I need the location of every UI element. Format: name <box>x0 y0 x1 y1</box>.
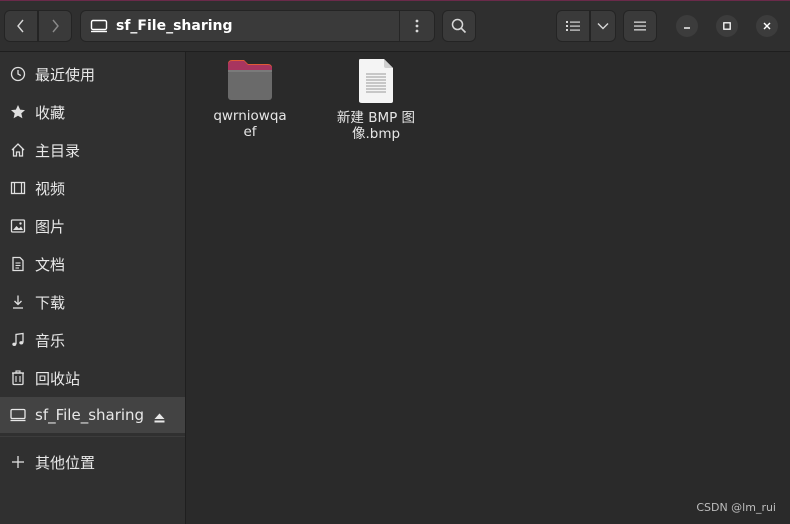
search-button[interactable] <box>442 10 476 42</box>
video-icon <box>10 180 26 196</box>
file-manager-window: sf_File_sharing 最近使用 收藏 主目录 视频 图片 文档 下载 … <box>0 0 790 524</box>
star-icon <box>10 104 26 120</box>
sidebar-item-sf-file-sharing[interactable]: sf_File_sharing <box>0 397 185 433</box>
maximize-button[interactable] <box>716 15 738 37</box>
sidebar-item-documents[interactable]: 文档 <box>0 246 185 282</box>
folder-item[interactable]: qwrniowqaef <box>205 58 295 140</box>
maximize-icon <box>723 22 731 30</box>
plus-icon <box>10 454 26 470</box>
music-icon <box>10 332 26 348</box>
sidebar-item-label: 主目录 <box>35 141 81 160</box>
drive-icon <box>10 407 26 423</box>
sidebar-item-downloads[interactable]: 下载 <box>0 284 185 320</box>
sidebar-item-trash[interactable]: 回收站 <box>0 360 185 396</box>
sidebar-divider <box>0 436 185 437</box>
image-file-icon <box>359 59 393 103</box>
sidebar-item-label: 音乐 <box>35 331 66 350</box>
home-icon <box>10 142 26 158</box>
sidebar-item-label: 下载 <box>35 293 66 312</box>
sidebar-item-label: sf_File_sharing <box>35 406 145 424</box>
sidebar-item-label: 图片 <box>35 217 66 236</box>
clock-icon <box>10 66 26 82</box>
back-button[interactable] <box>4 10 38 42</box>
sidebar-item-label: 其他位置 <box>35 453 96 472</box>
chevron-right-icon <box>52 19 59 33</box>
location-menu-button[interactable] <box>399 11 434 41</box>
sidebar-item-videos[interactable]: 视频 <box>0 170 185 206</box>
drive-icon <box>90 19 108 33</box>
sidebar-item-pictures[interactable]: 图片 <box>0 208 185 244</box>
folder-icon <box>228 60 272 100</box>
sidebar-item-music[interactable]: 音乐 <box>0 322 185 358</box>
list-view-button[interactable] <box>556 10 590 42</box>
watermark: CSDN @lm_rui <box>696 501 776 514</box>
image-icon <box>10 218 26 234</box>
location-label[interactable]: sf_File_sharing <box>116 18 399 34</box>
file-item[interactable]: 新建 BMP 图像.bmp <box>331 58 421 142</box>
close-button[interactable] <box>756 15 778 37</box>
sidebar-item-label: 收藏 <box>35 103 66 122</box>
hamburger-icon <box>634 21 646 31</box>
chevron-down-icon <box>597 23 609 30</box>
file-name: 新建 BMP 图像.bmp <box>336 110 416 142</box>
close-icon <box>763 22 771 30</box>
file-name: qwrniowqaef <box>213 108 287 140</box>
document-icon <box>10 256 26 272</box>
chevron-left-icon <box>17 19 24 33</box>
forward-button[interactable] <box>38 10 72 42</box>
sidebar-item-label: 视频 <box>35 179 66 198</box>
trash-icon <box>10 370 26 386</box>
sidebar-item-label: 最近使用 <box>35 65 96 84</box>
list-view-icon <box>566 21 580 31</box>
sidebar-item-recent[interactable]: 最近使用 <box>0 56 185 92</box>
file-view[interactable]: qwrniowqaef 新建 BMP 图像.bmp CSDN @lm_rui <box>186 52 790 524</box>
main-menu-button[interactable] <box>623 10 657 42</box>
eject-icon[interactable] <box>154 409 165 427</box>
search-icon <box>451 18 467 34</box>
header-bar: sf_File_sharing <box>0 1 790 52</box>
location-bar[interactable]: sf_File_sharing <box>80 10 435 42</box>
sidebar-item-starred[interactable]: 收藏 <box>0 94 185 130</box>
vertical-dots-icon <box>415 19 419 33</box>
minimize-button[interactable] <box>676 15 698 37</box>
sidebar-item-home[interactable]: 主目录 <box>0 132 185 168</box>
sidebar-item-label: 回收站 <box>35 369 81 388</box>
sidebar-item-label: 文档 <box>35 255 66 274</box>
minimize-icon <box>684 27 690 29</box>
view-options-dropdown[interactable] <box>590 10 616 42</box>
download-icon <box>10 294 26 310</box>
sidebar-item-other-locations[interactable]: 其他位置 <box>0 444 185 480</box>
sidebar: 最近使用 收藏 主目录 视频 图片 文档 下载 音乐 回收站 sf_File_s… <box>0 52 186 524</box>
